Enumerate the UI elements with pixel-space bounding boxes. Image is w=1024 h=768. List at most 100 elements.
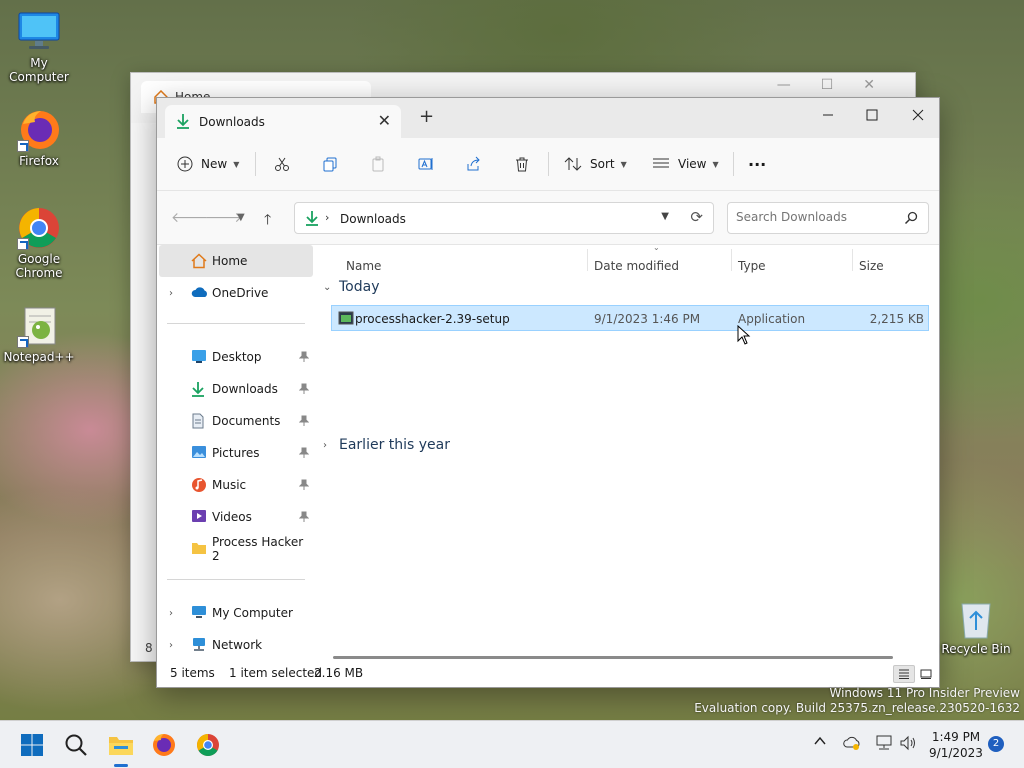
maximize-button[interactable]: [849, 101, 895, 129]
chevron-down-icon: ▼: [620, 159, 627, 169]
nav-item-documents[interactable]: Documents: [159, 405, 313, 437]
new-button[interactable]: New ▼: [177, 150, 239, 178]
desktop-icon-label: Google Chrome: [15, 252, 63, 280]
status-size: 2.16 MB: [314, 666, 364, 680]
paste-icon: [372, 156, 384, 172]
taskbar: 1:49 PM 9/1/2023 2: [0, 720, 1024, 768]
chevron-right-icon[interactable]: ›: [169, 640, 173, 651]
delete-button[interactable]: [514, 150, 530, 178]
tab-downloads[interactable]: Downloads ✕: [165, 105, 401, 138]
file-row[interactable]: processhacker-2.39-setup 9/1/2023 1:46 P…: [331, 305, 929, 331]
address-bar[interactable]: › Downloads ▼ ⟳: [294, 202, 714, 234]
file-list: Name Date modified ⌄ Type Size ⌄ Today p…: [315, 243, 939, 661]
horizontal-scrollbar[interactable]: [333, 656, 893, 659]
nav-item-downloads[interactable]: Downloads: [159, 373, 313, 405]
nav-item-pictures[interactable]: Pictures: [159, 437, 313, 469]
pin-icon[interactable]: [298, 447, 310, 462]
recent-locations-button[interactable]: ▼: [237, 212, 245, 223]
active-app-indicator: [114, 764, 128, 767]
chrome-icon: [15, 206, 63, 250]
copy-button[interactable]: [322, 150, 338, 178]
taskbar-clock[interactable]: 1:49 PM 9/1/2023: [924, 729, 988, 761]
pin-icon[interactable]: [298, 383, 310, 398]
up-button[interactable]: 🡑: [264, 209, 271, 233]
column-header-size[interactable]: Size: [859, 259, 884, 273]
nav-item-my-computer[interactable]: › My Computer: [159, 597, 313, 629]
column-header-name[interactable]: Name: [346, 259, 381, 273]
close-icon: [912, 109, 924, 121]
paste-button[interactable]: [370, 150, 386, 178]
search-box[interactable]: [727, 202, 929, 234]
mouse-cursor-icon: [737, 325, 751, 345]
minimize-icon: [823, 114, 833, 116]
notepadpp-icon: [15, 304, 63, 348]
desktop-icon-my-computer[interactable]: My Computer: [1, 10, 77, 84]
desktop-icon-chrome[interactable]: Google Chrome: [1, 206, 77, 280]
bg-window-controls[interactable]: —☐✕: [777, 77, 905, 93]
search-button[interactable]: [56, 729, 96, 761]
nav-item-network[interactable]: › Network: [159, 629, 313, 661]
tab-close-button[interactable]: ✕: [378, 111, 391, 130]
desktop-icon-recycle-bin[interactable]: Recycle Bin: [940, 596, 1012, 656]
group-header-earlier-this-year[interactable]: › Earlier this year: [323, 437, 450, 453]
search-input[interactable]: [736, 210, 896, 224]
volume-tray-icon[interactable]: [899, 735, 917, 754]
onedrive-tray-icon[interactable]: [843, 735, 861, 754]
chevron-right-icon[interactable]: ›: [169, 288, 173, 299]
sort-button[interactable]: Sort ▼: [564, 150, 627, 178]
back-button[interactable]: 🡐: [171, 209, 209, 226]
shortcut-arrow-icon: [17, 336, 29, 348]
cut-button[interactable]: [274, 150, 290, 178]
address-dropdown-icon[interactable]: ▼: [661, 211, 669, 222]
scissors-icon: [275, 157, 289, 171]
explorer-window[interactable]: Downloads ✕ + New ▼ Sort ▼ View ▼ ··· 🡐 …: [156, 97, 940, 688]
start-button[interactable]: [12, 729, 52, 761]
notification-badge[interactable]: 2: [988, 736, 1004, 752]
nav-item-music[interactable]: Music: [159, 469, 313, 501]
column-header-date-modified[interactable]: Date modified: [594, 259, 679, 273]
shortcut-arrow-icon: [17, 140, 29, 152]
taskbar-chrome[interactable]: [188, 729, 228, 761]
nav-item-onedrive[interactable]: › OneDrive: [159, 277, 313, 309]
network-tray-icon[interactable]: [875, 735, 893, 754]
chrome-icon: [197, 734, 219, 756]
taskbar-firefox[interactable]: [144, 729, 184, 761]
pin-icon[interactable]: [298, 415, 310, 430]
close-button[interactable]: [895, 101, 941, 129]
tray-overflow-button[interactable]: [813, 734, 827, 752]
pin-icon[interactable]: [298, 511, 310, 526]
tiles-view-button[interactable]: [915, 665, 937, 683]
group-header-today[interactable]: ⌄ Today: [323, 279, 380, 295]
desktop-icon-firefox[interactable]: Firefox: [1, 108, 77, 168]
download-icon: [191, 381, 205, 400]
refresh-icon[interactable]: ⟳: [690, 208, 703, 226]
nav-item-process-hacker[interactable]: Process Hacker 2: [159, 533, 313, 565]
chevron-right-icon[interactable]: ›: [169, 608, 173, 619]
copy-icon: [323, 157, 337, 172]
title-bar[interactable]: Downloads ✕ +: [157, 98, 939, 138]
view-button[interactable]: View ▼: [652, 150, 719, 178]
sort-label: Sort: [590, 157, 615, 171]
breadcrumb-downloads[interactable]: Downloads: [340, 212, 406, 226]
details-view-button[interactable]: [893, 665, 915, 683]
taskbar-file-explorer[interactable]: [101, 729, 141, 761]
firefox-icon: [15, 108, 63, 152]
document-icon: [191, 413, 205, 432]
nav-item-videos[interactable]: Videos: [159, 501, 313, 533]
status-bar: 5 items 1 item selected 2.16 MB: [157, 661, 939, 687]
new-tab-button[interactable]: +: [419, 108, 434, 126]
desktop-icon-label: Recycle Bin: [941, 642, 1011, 656]
file-date: 9/1/2023 1:46 PM: [594, 312, 701, 326]
minimize-button[interactable]: [805, 101, 851, 129]
pin-icon[interactable]: [298, 351, 310, 366]
nav-item-desktop[interactable]: Desktop: [159, 341, 313, 373]
share-button[interactable]: [466, 150, 482, 178]
column-header-type[interactable]: Type: [738, 259, 766, 273]
desktop-icon-notepadpp[interactable]: Notepad++: [1, 304, 77, 364]
nav-item-home[interactable]: Home: [159, 245, 313, 277]
pin-icon[interactable]: [298, 479, 310, 494]
more-options-button[interactable]: ···: [748, 150, 766, 178]
address-bar-row: 🡐 🡒 ▼ 🡑 › Downloads ▼ ⟳: [157, 191, 939, 245]
new-label: New: [201, 157, 228, 171]
rename-button[interactable]: [418, 150, 434, 178]
